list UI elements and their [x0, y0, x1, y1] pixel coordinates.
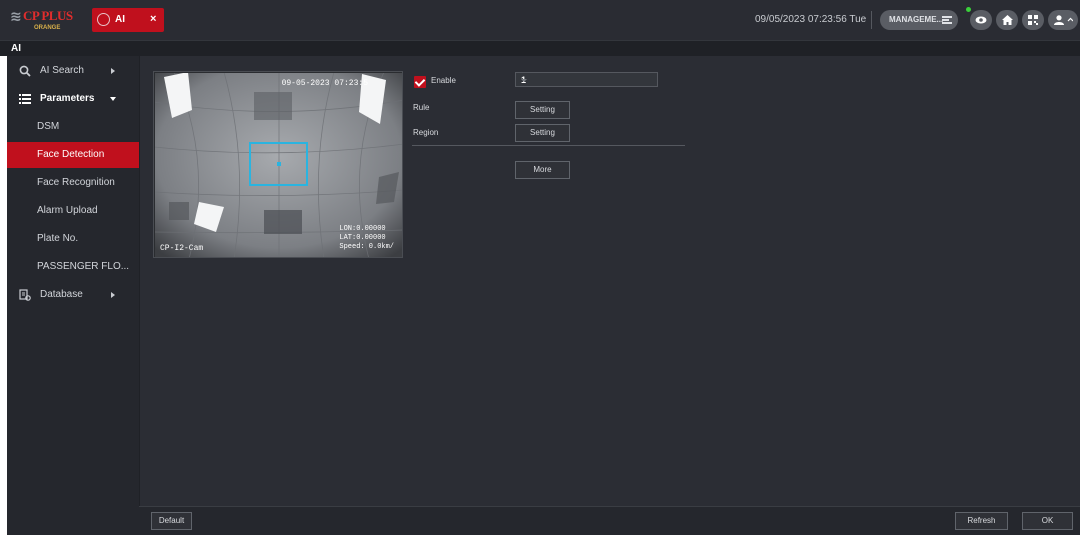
region-setting-button[interactable]: Setting	[515, 124, 570, 142]
enable-checkbox[interactable]	[414, 76, 426, 88]
eye-icon[interactable]	[970, 10, 992, 30]
sidebar-item-label: PASSENGER FLO...	[37, 261, 130, 272]
refresh-button[interactable]: Refresh	[955, 512, 1008, 530]
top-bar: ≋ CP PLUS ORANGE AI × 09/05/2023 07:23:5…	[0, 0, 1080, 40]
sidebar-item-label: Plate No.	[37, 233, 79, 244]
status-indicator	[966, 7, 971, 12]
sidebar-item-alarm-upload[interactable]: Alarm Upload	[7, 198, 139, 224]
rule-label: Rule	[413, 103, 430, 112]
sidebar-item-label: Parameters	[40, 93, 95, 104]
logo-mark: ≋	[10, 8, 22, 24]
sidebar-item-face-detection[interactable]: Face Detection	[7, 142, 139, 168]
menu-icon	[942, 16, 952, 24]
rule-setting-button[interactable]: Setting	[515, 101, 570, 119]
detection-center-point	[277, 162, 281, 166]
sidebar-item-label: Database	[40, 289, 83, 300]
overlay-timestamp: 09-05-2023 07:23:5	[281, 79, 368, 88]
list-icon	[19, 94, 31, 104]
camera-preview[interactable]: 09-05-2023 07:23:5 LON:0.00000 LAT:0.000…	[153, 71, 403, 258]
ok-button[interactable]: OK	[1022, 512, 1073, 530]
ai-search-icon	[19, 65, 31, 77]
user-icon[interactable]	[1048, 10, 1078, 30]
footer-bar	[139, 506, 1080, 535]
manage-label: MANAGEME...	[889, 15, 944, 24]
qr-code-icon[interactable]	[1022, 10, 1044, 30]
logo-text: CP PLUS	[23, 8, 73, 23]
tab-ai[interactable]: AI ×	[92, 8, 164, 32]
divider	[871, 11, 872, 29]
chevron-right-icon	[111, 68, 115, 74]
breadcrumb: AI	[0, 40, 1080, 56]
sidebar-item-database[interactable]: Database	[7, 282, 139, 308]
chevron-down-icon	[110, 97, 116, 101]
home-icon[interactable]	[996, 10, 1018, 30]
logo-subtext: ORANGE	[34, 25, 61, 31]
brand-logo: ≋ CP PLUS ORANGE	[8, 3, 92, 37]
sidebar-item-label: Face Recognition	[37, 177, 115, 188]
sidebar-item-passenger-flow[interactable]: PASSENGER FLO...	[7, 254, 139, 280]
datetime: 09/05/2023 07:23:56 Tue	[755, 14, 867, 25]
manage-button[interactable]: MANAGEME...	[880, 10, 958, 30]
chevron-down-icon	[521, 79, 527, 82]
overlay-camera-name: CP-I2-Cam	[160, 244, 204, 253]
database-icon	[19, 289, 31, 301]
sidebar-item-parameters[interactable]: Parameters	[7, 86, 139, 112]
close-icon[interactable]: ×	[150, 13, 156, 25]
overlay-gps-info: LON:0.00000 LAT:0.00000 Speed: 0.0km/	[339, 225, 394, 252]
tab-ai-label: AI	[115, 14, 125, 25]
channel-select[interactable]: 1	[515, 72, 658, 87]
sidebar-item-label: Face Detection	[37, 149, 105, 160]
overlay-speed: Speed: 0.0km/	[339, 243, 394, 251]
overlay-lon: LON:0.00000	[339, 225, 386, 233]
sidebar-item-label: DSM	[37, 121, 60, 132]
ai-icon	[97, 13, 110, 26]
sidebar-item-label: AI Search	[40, 65, 84, 76]
sidebar-item-face-recognition[interactable]: Face Recognition	[7, 170, 139, 196]
sidebar-item-dsm[interactable]: DSM	[7, 114, 139, 140]
chevron-right-icon	[111, 292, 115, 298]
sidebar-item-ai-search[interactable]: AI Search	[7, 58, 139, 84]
divider	[412, 145, 685, 146]
breadcrumb-label: AI	[11, 43, 21, 54]
sidebar-item-label: Alarm Upload	[37, 205, 98, 216]
sidebar: AI Search Parameters DSM Face Detection …	[7, 56, 139, 535]
more-button[interactable]: More	[515, 161, 570, 179]
enable-label: Enable	[431, 76, 456, 85]
default-button[interactable]: Default	[151, 512, 192, 530]
detection-region-box[interactable]	[249, 142, 308, 186]
sidebar-item-plate-no[interactable]: Plate No.	[7, 226, 139, 252]
region-label: Region	[413, 128, 439, 137]
overlay-lat: LAT:0.00000	[339, 234, 386, 242]
